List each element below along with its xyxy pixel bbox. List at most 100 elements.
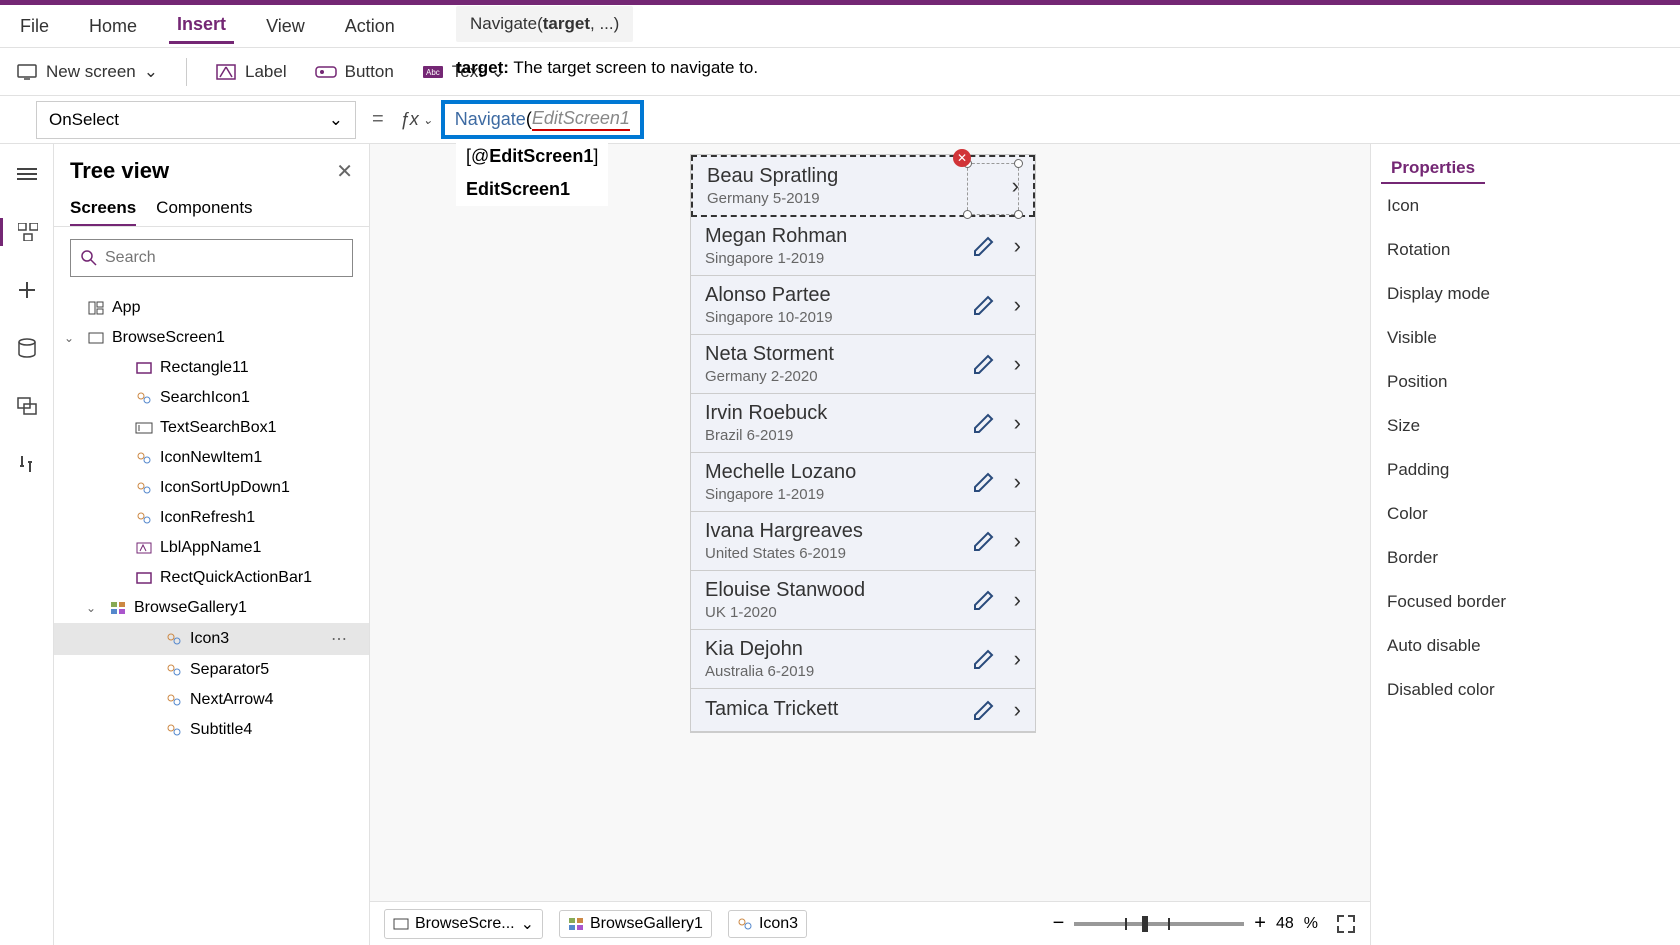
chevron-right-icon[interactable]: › <box>1014 646 1021 672</box>
edit-icon[interactable] <box>972 411 996 435</box>
canvas-area[interactable]: ✕Beau SpratlingGermany 5-2019›Megan Rohm… <box>370 144 1370 945</box>
property-row[interactable]: Border <box>1371 536 1680 580</box>
hamburger-icon[interactable] <box>13 160 41 188</box>
edit-icon[interactable] <box>972 352 996 376</box>
tree-node-gallery[interactable]: ⌄BrowseGallery1 <box>54 593 369 623</box>
chevron-right-icon[interactable]: › <box>1014 292 1021 318</box>
property-row[interactable]: Focused border <box>1371 580 1680 624</box>
tab-screens[interactable]: Screens <box>70 198 136 226</box>
tree-node[interactable]: Rectangle11 <box>54 353 369 383</box>
breadcrumb[interactable]: BrowseGallery1 <box>559 910 712 938</box>
autocomplete-item[interactable]: EditScreen1 <box>456 173 608 206</box>
tools-icon[interactable] <box>13 450 41 478</box>
chevron-right-icon[interactable]: › <box>1014 469 1021 495</box>
list-item[interactable]: Irvin RoebuckBrazil 6-2019› <box>691 394 1035 453</box>
add-icon[interactable] <box>13 276 41 304</box>
formula-input[interactable]: Navigate(EditScreen1 <box>441 100 644 139</box>
property-row[interactable]: Rotation <box>1371 228 1680 272</box>
item-subtitle: Germany 2-2020 <box>705 368 972 385</box>
item-subtitle: Singapore 10-2019 <box>705 309 972 326</box>
list-item[interactable]: Neta StormentGermany 2-2020› <box>691 335 1035 394</box>
tree-node[interactable]: IconRefresh1 <box>54 503 369 533</box>
chevron-right-icon[interactable]: › <box>1014 697 1021 723</box>
property-row[interactable]: Size <box>1371 404 1680 448</box>
list-item[interactable]: Elouise StanwoodUK 1-2020› <box>691 571 1035 630</box>
list-item[interactable]: Ivana HargreavesUnited States 6-2019› <box>691 512 1035 571</box>
list-item[interactable]: Kia DejohnAustralia 6-2019› <box>691 630 1035 689</box>
media-icon[interactable] <box>13 392 41 420</box>
edit-icon[interactable] <box>972 470 996 494</box>
edit-icon[interactable] <box>972 293 996 317</box>
list-item[interactable]: Tamica Trickett› <box>691 689 1035 732</box>
tree-node[interactable]: SearchIcon1 <box>54 383 369 413</box>
menu-file[interactable]: File <box>12 10 57 43</box>
chevron-right-icon[interactable]: › <box>1014 587 1021 613</box>
property-row[interactable]: Position <box>1371 360 1680 404</box>
tree-node[interactable]: LblAppName1 <box>54 533 369 563</box>
item-subtitle: Australia 6-2019 <box>705 663 972 680</box>
list-item[interactable]: ✕Beau SpratlingGermany 5-2019› <box>691 155 1035 217</box>
property-row[interactable]: Display mode <box>1371 272 1680 316</box>
item-name: Alonso Partee <box>705 284 972 307</box>
menu-view[interactable]: View <box>258 10 313 43</box>
tree-node-screen[interactable]: ⌄BrowseScreen1 <box>54 323 369 353</box>
edit-icon[interactable] <box>972 529 996 553</box>
property-row[interactable]: Padding <box>1371 448 1680 492</box>
menu-insert[interactable]: Insert <box>169 8 234 44</box>
edit-icon[interactable] <box>972 234 996 258</box>
insert-ribbon: New screen ⌄ Label Button Abc Text ⌄ <box>0 48 1680 96</box>
property-selector[interactable]: OnSelect ⌄ <box>36 101 356 139</box>
autocomplete-item[interactable]: [@EditScreen1] <box>456 140 608 173</box>
property-row[interactable]: Disabled color <box>1371 668 1680 712</box>
tree-view-icon[interactable] <box>0 218 53 246</box>
label-button[interactable]: Label <box>215 61 287 83</box>
chevron-right-icon[interactable]: › <box>1014 233 1021 259</box>
search-input[interactable] <box>105 249 342 267</box>
chevron-right-icon[interactable]: › <box>1014 410 1021 436</box>
property-row[interactable]: Color <box>1371 492 1680 536</box>
chevron-right-icon[interactable]: › <box>1014 351 1021 377</box>
zoom-in-button[interactable]: + <box>1254 912 1266 935</box>
tree-node[interactable]: IconNewItem1 <box>54 443 369 473</box>
chevron-right-icon[interactable]: › <box>1014 528 1021 554</box>
button-button[interactable]: Button <box>315 61 394 83</box>
chevron-down-icon: ⌄ <box>329 110 343 130</box>
breadcrumb[interactable]: Icon3 <box>728 910 807 938</box>
list-item[interactable]: Mechelle LozanoSingapore 1-2019› <box>691 453 1035 512</box>
tab-components[interactable]: Components <box>156 198 252 226</box>
tree-node[interactable]: TextSearchBox1 <box>54 413 369 443</box>
item-name: Megan Rohman <box>705 225 972 248</box>
screen-icon <box>16 61 38 83</box>
list-item[interactable]: Megan RohmanSingapore 1-2019› <box>691 217 1035 276</box>
edit-icon[interactable] <box>972 698 996 722</box>
property-row[interactable]: Icon <box>1371 184 1680 228</box>
properties-tab[interactable]: Properties <box>1381 154 1485 184</box>
left-rail <box>0 144 54 945</box>
edit-icon[interactable] <box>972 647 996 671</box>
menu-action[interactable]: Action <box>337 10 403 43</box>
property-row[interactable]: Visible <box>1371 316 1680 360</box>
fx-label[interactable]: ƒx ⌄ <box>400 109 433 130</box>
tree-node[interactable]: NextArrow4 <box>54 685 369 715</box>
fit-to-screen-icon[interactable] <box>1336 914 1356 934</box>
tree-node[interactable]: Separator5 <box>54 655 369 685</box>
tree-node-app[interactable]: App <box>54 293 369 323</box>
data-icon[interactable] <box>13 334 41 362</box>
new-screen-button[interactable]: New screen ⌄ <box>16 61 158 83</box>
tree-node[interactable]: Icon3⋯ <box>54 623 369 655</box>
menu-bar: File Home Insert View Action <box>0 5 1680 48</box>
tree-node[interactable]: Subtitle4 <box>54 715 369 745</box>
selection-handles[interactable] <box>967 163 1019 215</box>
zoom-out-button[interactable]: − <box>1053 912 1065 935</box>
menu-home[interactable]: Home <box>81 10 145 43</box>
zoom-slider[interactable] <box>1074 922 1244 926</box>
list-item[interactable]: Alonso Partee Singapore 10-2019 › <box>691 276 1035 335</box>
breadcrumb[interactable]: BrowseScre... ⌄ <box>384 909 543 939</box>
property-row[interactable]: Auto disable <box>1371 624 1680 668</box>
item-subtitle: Germany 5-2019 <box>707 190 1012 207</box>
tree-node[interactable]: IconSortUpDown1 <box>54 473 369 503</box>
tree-node[interactable]: RectQuickActionBar1 <box>54 563 369 593</box>
edit-icon[interactable] <box>972 588 996 612</box>
tree-search[interactable] <box>70 239 353 277</box>
close-icon[interactable]: ✕ <box>336 159 353 184</box>
